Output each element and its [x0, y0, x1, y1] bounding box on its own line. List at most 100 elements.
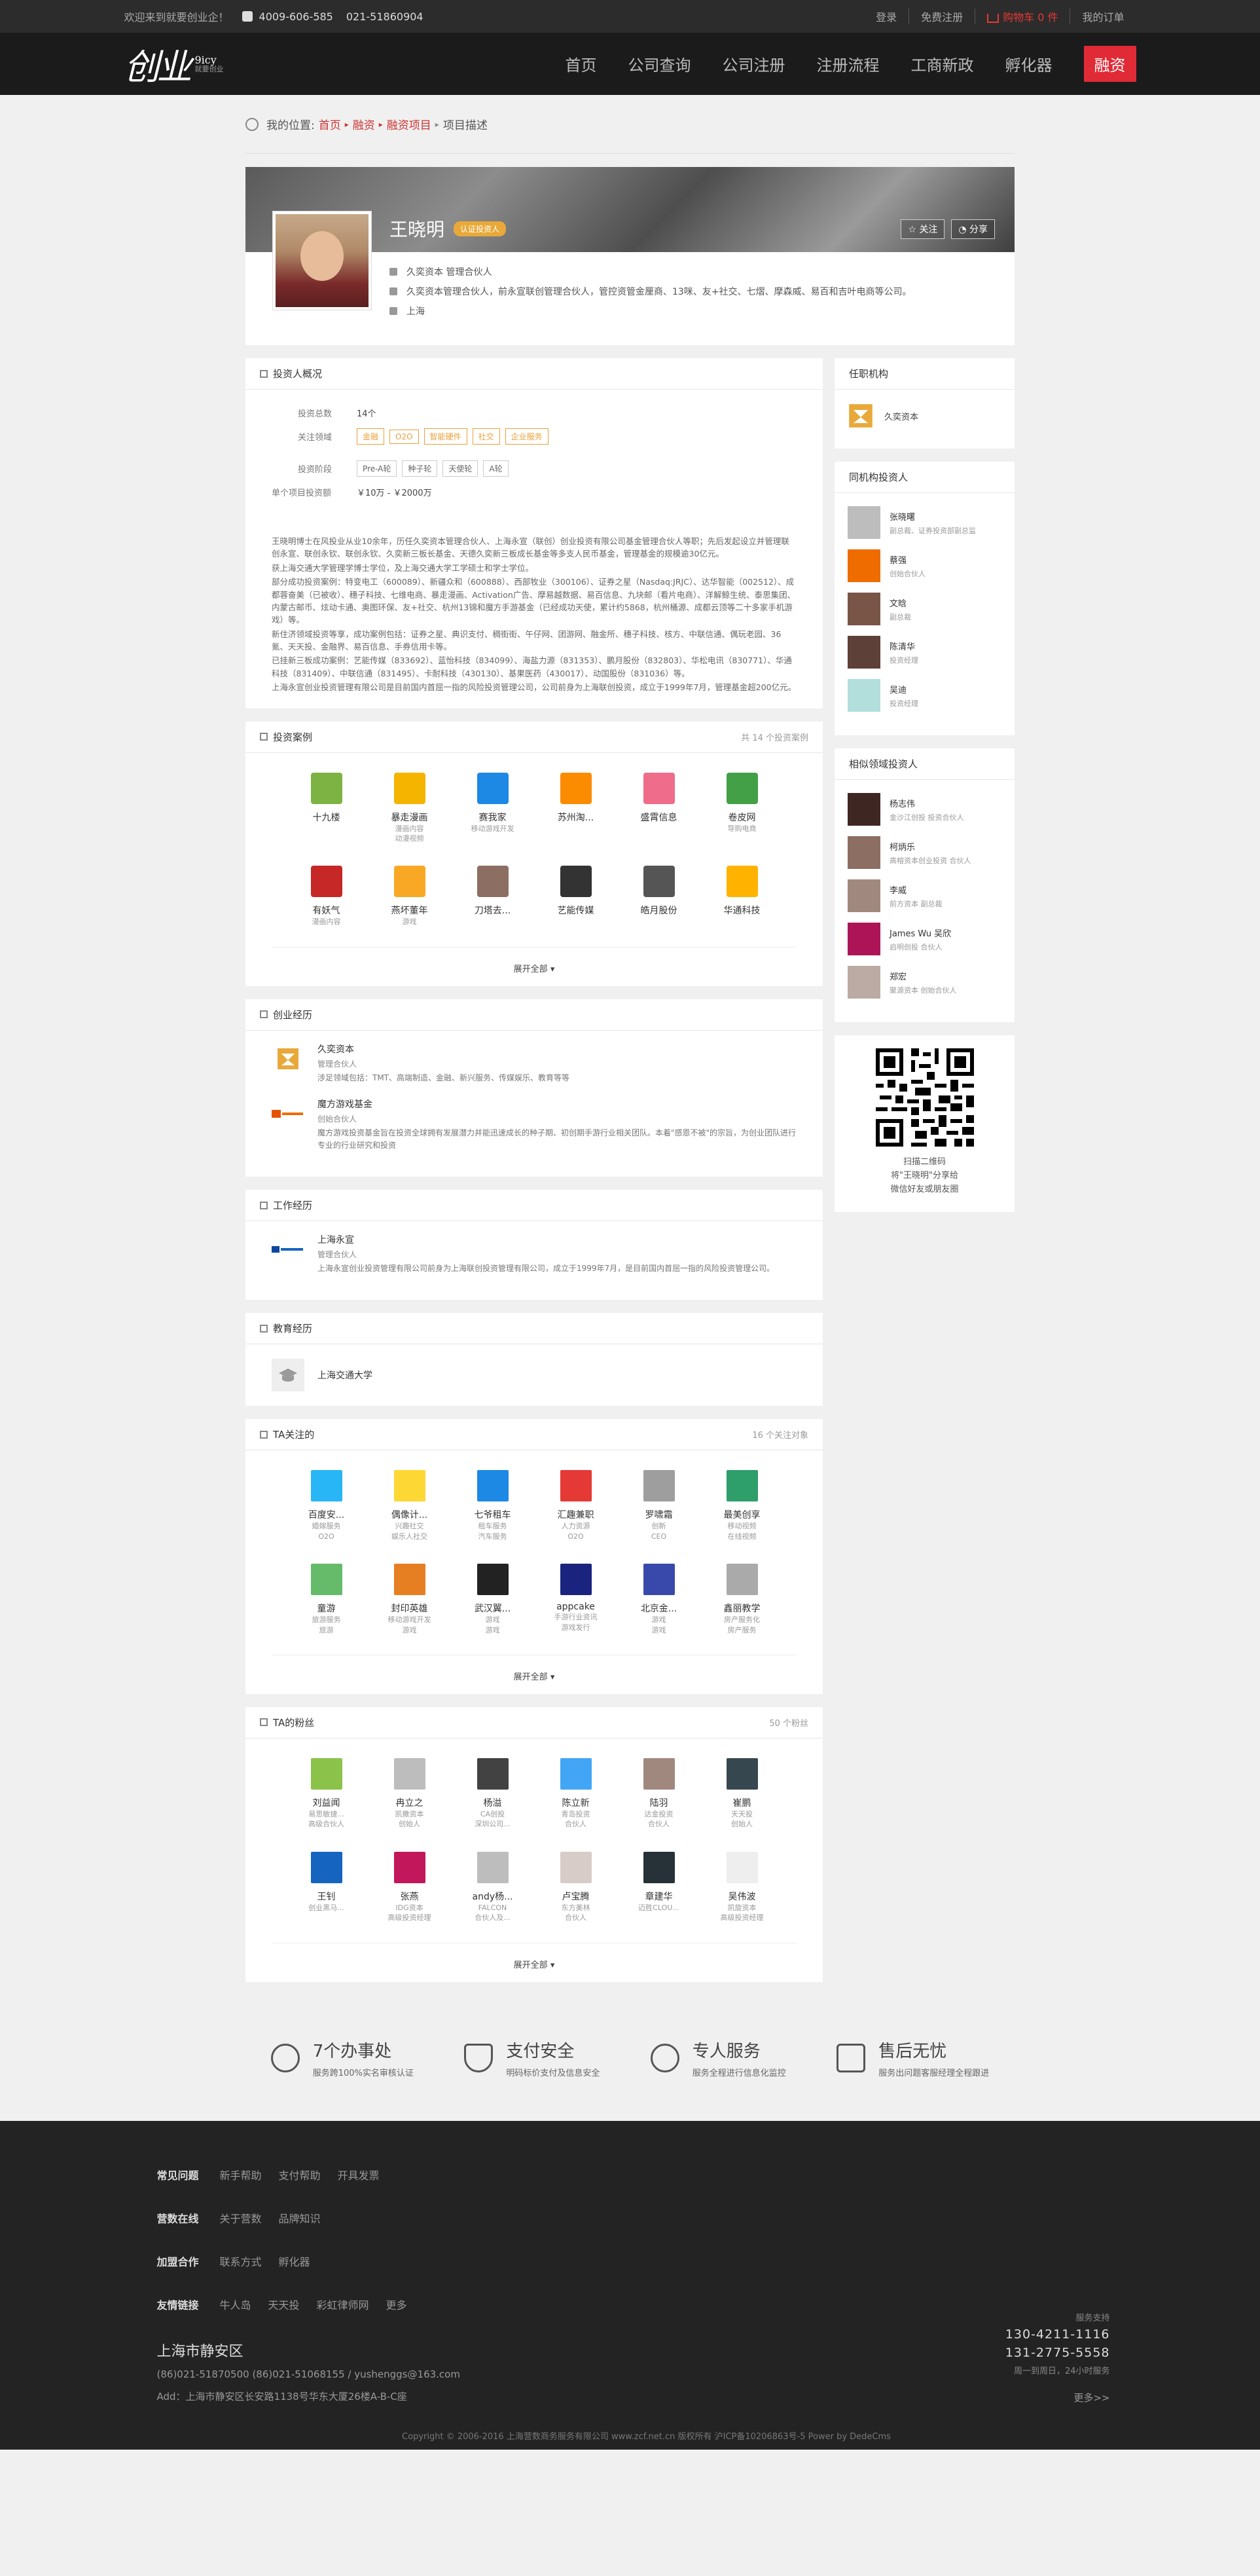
orders-link[interactable]: 我的订单 — [1070, 9, 1136, 24]
nav-item-company-register[interactable]: 公司注册 — [723, 52, 785, 75]
footer-more-link[interactable]: 更多>> — [1005, 2391, 1109, 2404]
peer-item[interactable]: 张晓曙 副总裁、证券投资部副总监 — [848, 506, 1001, 539]
breadcrumb-home[interactable]: 首页 — [319, 116, 341, 132]
following-item-sub: 手游行业资讯 游戏发行 — [554, 1613, 598, 1632]
following-item[interactable]: 北京金... 游戏 游戏 — [617, 1564, 700, 1635]
login-link[interactable]: 登录 — [864, 9, 909, 24]
fan-item[interactable]: 崔鹏 天天投 创始人 — [700, 1757, 783, 1830]
nav-item-register-process[interactable]: 注册流程 — [817, 52, 880, 75]
cases-header: 投资案例 共 14 个投资案例 — [245, 722, 823, 753]
fans-expand-button[interactable]: 展开全部 ▾ — [272, 1942, 797, 1982]
following-item[interactable]: 七爷租车 租车服务 汽车服务 — [451, 1470, 534, 1541]
fan-item[interactable]: 张燕 IDG资本 高级投资经理 — [368, 1851, 451, 1923]
similar-item[interactable]: 杨志伟 金沙江创投 投资合伙人 — [848, 793, 1001, 826]
following-item[interactable]: 最美创享 移动视频 在线视频 — [700, 1470, 783, 1541]
case-item[interactable]: 皓月股份 — [617, 866, 700, 927]
similar-item[interactable]: 柯炳乐 高榕资本创业投资 合伙人 — [848, 836, 1001, 869]
following-item[interactable]: 偶像计... 兴趣社交 娱乐人社交 — [368, 1470, 451, 1541]
following-item[interactable]: appcake 手游行业资讯 游戏发行 — [534, 1564, 617, 1635]
cart-link[interactable]: 购物车 0 件 — [975, 9, 1070, 24]
cases-expand-button[interactable]: 展开全部 ▾ — [272, 946, 797, 986]
similar-item[interactable]: 李威 前方资本 副总裁 — [848, 879, 1001, 912]
similar-item[interactable]: James Wu 吴欣 启明创投 合伙人 — [848, 923, 1001, 955]
fan-item[interactable]: 卢宝腾 东方美林 合伙人 — [534, 1851, 617, 1923]
following-logo — [643, 1470, 675, 1502]
footer-link[interactable]: 支付帮助 — [279, 2167, 321, 2182]
peer-item[interactable]: 蔡强 创始合伙人 — [848, 549, 1001, 582]
peer-item[interactable]: 陈清华 投资经理 — [848, 636, 1001, 669]
thumbs-up-icon — [837, 2043, 866, 2072]
footer-link[interactable]: 天天投 — [268, 2296, 300, 2312]
field-tag[interactable]: 金融 — [357, 428, 385, 445]
case-item[interactable]: 艺能传媒 — [534, 866, 617, 927]
education-card: 教育经历 上海交通大学 — [245, 1313, 823, 1407]
case-item[interactable]: 暴走漫画 漫画内容 动漫视频 — [368, 772, 451, 844]
footer-link[interactable]: 关于营数 — [220, 2210, 262, 2226]
site-logo[interactable]: 创业 9icy 就要创业 — [124, 38, 224, 90]
case-item[interactable]: 有妖气 漫画内容 — [285, 866, 368, 927]
case-item[interactable]: 十九楼 — [285, 772, 368, 844]
case-item[interactable]: 刀塔去... — [451, 866, 534, 927]
nav-item-incubator[interactable]: 孵化器 — [1005, 52, 1053, 75]
case-item[interactable]: 盛霄信息 — [617, 772, 700, 844]
case-item[interactable]: 燕坏董年 游戏 — [368, 866, 451, 927]
field-tag[interactable]: 社交 — [472, 428, 500, 445]
follow-button[interactable]: ☆ 关注 — [901, 219, 945, 239]
register-link[interactable]: 免费注册 — [909, 9, 975, 24]
feature-item: 专人服务 服务全程进行信息化监控 — [650, 2038, 786, 2078]
fan-item[interactable]: 陈立新 青岛投资 合伙人 — [534, 1757, 617, 1830]
footer-link[interactable]: 开具发票 — [338, 2167, 380, 2182]
startup-item: 久奕资本 管理合伙人 涉足领域包括：TMT、高端制造、金融、新兴服务、传媒娱乐、教育… — [272, 1042, 797, 1084]
share-button[interactable]: ◔ 分享 — [951, 219, 995, 239]
following-item[interactable]: 百度安... 婚嫁服务 O2O — [285, 1470, 368, 1541]
case-item[interactable]: 赛我家 移动游戏开发 — [451, 772, 534, 844]
org-item[interactable]: 久奕资本 — [848, 403, 1001, 435]
nav-item-financing[interactable]: 融资 — [1083, 46, 1136, 82]
following-item[interactable]: 童游 旅游服务 旅游 — [285, 1564, 368, 1635]
case-logo — [643, 866, 675, 898]
nav-item-home[interactable]: 首页 — [566, 52, 597, 75]
footer-link[interactable]: 牛人岛 — [220, 2296, 251, 2312]
fan-item[interactable]: 陆羽 达金投资 合伙人 — [617, 1757, 700, 1830]
following-item[interactable]: 罗啸霜 创新 CEO — [617, 1470, 700, 1541]
breadcrumb-financing[interactable]: 融资 — [353, 116, 375, 132]
profile-name-row: 王晓明 认证投资人 — [389, 215, 507, 242]
fan-item[interactable]: 刘益闻 易思敏捷... 高级合伙人 — [285, 1757, 368, 1830]
fan-item[interactable]: 冉立之 凯撒资本 创始人 — [368, 1757, 451, 1830]
nav-item-policy[interactable]: 工商新政 — [911, 52, 974, 75]
field-tag[interactable]: 智能硬件 — [423, 428, 467, 445]
footer-link[interactable]: 品牌知识 — [279, 2210, 321, 2226]
following-item[interactable]: 封印英雄 移动游戏开发 游戏 — [368, 1564, 451, 1635]
footer-link[interactable]: 联系方式 — [220, 2253, 262, 2269]
field-tag[interactable]: 企业服务 — [505, 428, 549, 445]
case-item[interactable]: 苏州淘... — [534, 772, 617, 844]
footer-link[interactable]: 孵化器 — [279, 2253, 310, 2269]
startup-name[interactable]: 魔方游戏基金 — [317, 1097, 797, 1111]
fan-item[interactable]: 王钊 创业黑马... — [285, 1851, 368, 1923]
school-name[interactable]: 上海交通大学 — [317, 1369, 372, 1382]
following-item-name: 鑫丽教学 — [723, 1604, 761, 1615]
fan-item[interactable]: andy杨... FALCON 合伙人及... — [451, 1851, 534, 1923]
work-name[interactable]: 上海永宣 — [317, 1233, 774, 1246]
following-item[interactable]: 鑫丽教学 房产服务化 房产服务 — [700, 1564, 783, 1635]
footer-link[interactable]: 彩虹律师网 — [317, 2296, 369, 2312]
following-expand-button[interactable]: 展开全部 ▾ — [272, 1654, 797, 1694]
peer-item[interactable]: 吴迪 投资经理 — [848, 679, 1001, 712]
case-item[interactable]: 卷皮网 导购电商 — [700, 772, 783, 844]
footer-link[interactable]: 新手帮助 — [220, 2167, 262, 2182]
fan-item[interactable]: 吴伟波 凯旋资本 高级投资经理 — [700, 1851, 783, 1923]
startup-name[interactable]: 久奕资本 — [317, 1042, 569, 1056]
breadcrumb-projects[interactable]: 融资项目 — [387, 116, 431, 132]
fan-item[interactable]: 杨溢 CA创投 深圳公司... — [451, 1757, 534, 1830]
nav-item-company-search[interactable]: 公司查询 — [628, 52, 691, 75]
following-item[interactable]: 汇趣兼职 人力资源 O2O — [534, 1470, 617, 1541]
field-tag[interactable]: O2O — [389, 429, 419, 444]
following-item[interactable]: 武汉翼... 游戏 游戏 — [451, 1564, 534, 1635]
peer-item[interactable]: 文晗 副总裁 — [848, 593, 1001, 625]
footer-row: 友情链接 牛人岛 天天投 彩虹律师网 更多 — [157, 2296, 1136, 2312]
fan-item[interactable]: 章建华 迈胜CLOU... — [617, 1851, 700, 1923]
footer-link[interactable]: 更多 — [386, 2296, 407, 2312]
similar-item[interactable]: 郑宏 聚源资本 创始合伙人 — [848, 966, 1001, 999]
case-item[interactable]: 华通科技 — [700, 866, 783, 927]
nav-menu: 首页 公司查询 公司注册 注册流程 工商新政 孵化器 融资 — [566, 46, 1136, 82]
